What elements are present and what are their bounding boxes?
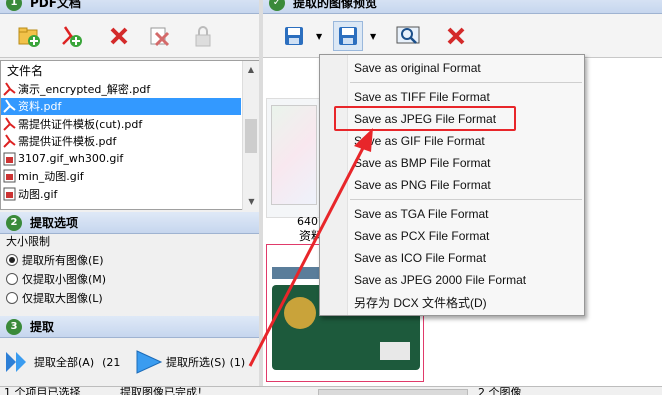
status-bar: 1 个项目已选择 提取图像已完成！ 2 个图像 (0, 386, 662, 395)
status-selection: 1 个项目已选择 (4, 386, 81, 395)
status-image-count: 2 个图像 (478, 386, 522, 395)
status-message: 提取图像已完成！ (120, 386, 208, 395)
annotation-arrow (248, 128, 373, 367)
progress-bar (318, 389, 468, 395)
